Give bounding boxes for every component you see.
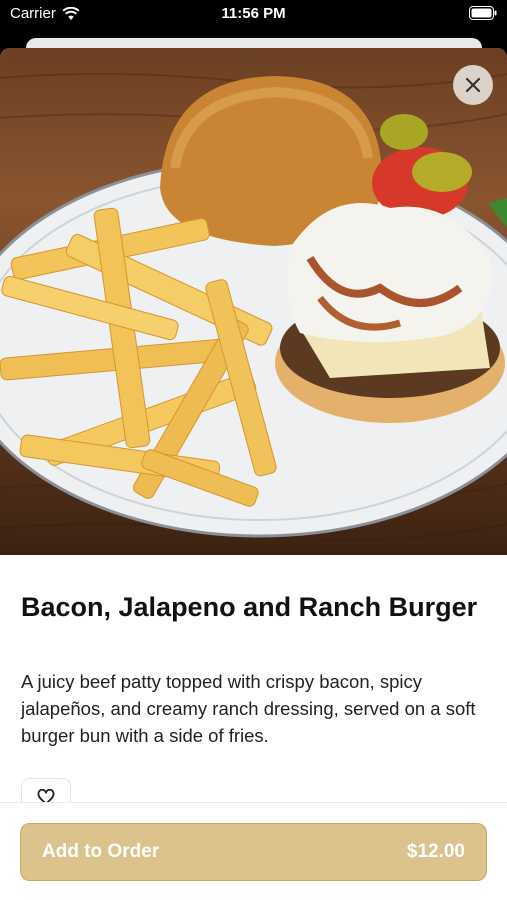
item-title: Bacon, Jalapeno and Ranch Burger	[21, 592, 478, 622]
close-button[interactable]	[453, 65, 493, 105]
battery-icon	[469, 6, 497, 20]
status-time: 11:56 PM	[221, 5, 286, 22]
item-photo	[0, 48, 507, 555]
burger-and-fries-illustration	[0, 72, 507, 542]
close-icon	[465, 77, 481, 93]
add-to-order-label: Add to Order	[42, 841, 160, 862]
item-price: $12.00	[406, 841, 465, 862]
item-description: A juicy beef patty topped with crispy ba…	[21, 671, 476, 746]
item-detail-sheet: Bacon, Jalapeno and Ranch Burger A juicy…	[0, 48, 507, 900]
add-to-order-button[interactable]: Add to Order $12.00	[20, 823, 487, 881]
bottom-action-bar: Add to Order $12.00	[0, 802, 507, 900]
status-bar: Carrier 11:56 PM	[0, 0, 507, 28]
